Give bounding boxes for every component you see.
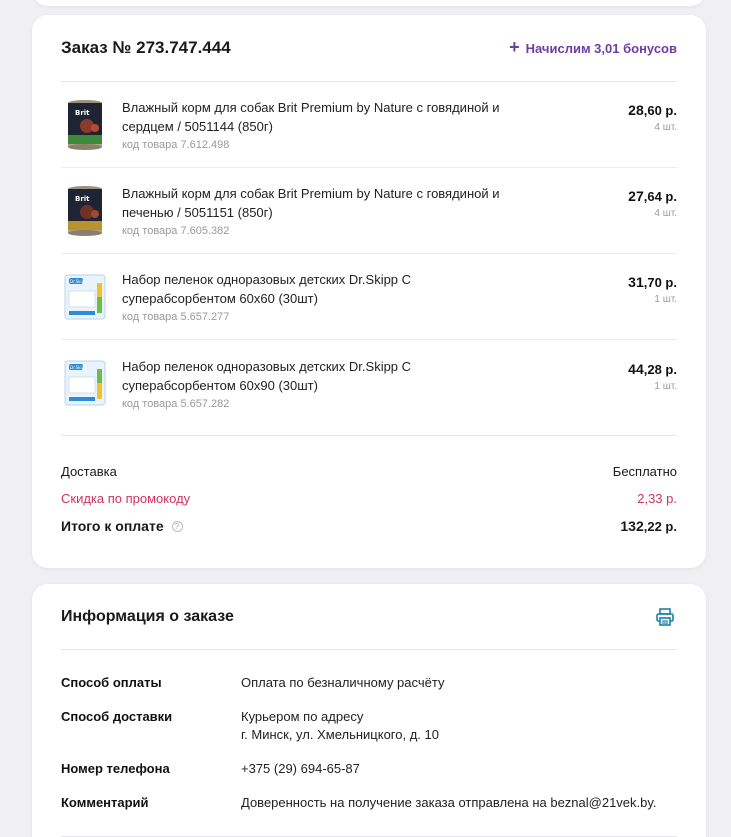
previous-card — [32, 0, 706, 6]
item-price-block: 44,28 р. 1 шт. — [567, 361, 677, 392]
order-info-card: Информация о заказе Способ оплаты Оплата… — [32, 584, 706, 837]
order-item[interactable]: Brit Влажный корм для собак Brit Premium… — [61, 82, 677, 168]
delivery-row: Доставка Бесплатно — [61, 458, 677, 485]
info-label: Комментарий — [61, 795, 149, 810]
svg-text:Brit: Brit — [75, 195, 90, 203]
item-code: код товара 5.657.282 — [122, 397, 230, 410]
item-code: код товара 7.612.498 — [122, 139, 230, 151]
item-name[interactable]: Набор пеленок одноразовых детских Dr.Ski… — [122, 270, 502, 308]
info-label: Способ оплаты — [61, 675, 162, 690]
item-price: 27,64 р. — [628, 188, 677, 204]
order-title: Заказ № 273.747.444 — [61, 38, 231, 57]
info-value: Оплата по безналичному расчёту — [241, 675, 445, 690]
delivery-label: Доставка — [61, 464, 117, 479]
item-price: 28,60 р. — [628, 102, 677, 118]
total-label: Итого к оплате — [61, 517, 164, 534]
info-value: Курьером по адресу — [241, 709, 364, 724]
promo-label: Скидка по промокоду — [61, 491, 191, 506]
info-label: Способ доставки — [61, 709, 173, 724]
item-name[interactable]: Влажный корм для собак Brit Premium by N… — [122, 184, 502, 222]
info-row-comment: Комментарий Доверенность на получение за… — [61, 794, 677, 812]
product-image-pack: Dr.Skipp — [64, 360, 106, 406]
total-row: Итого к оплате ? 132,22 р. — [61, 512, 677, 539]
plus-icon: + — [509, 37, 520, 57]
item-price: 31,70 р. — [628, 274, 677, 290]
item-name[interactable]: Влажный корм для собак Brit Premium by N… — [122, 98, 502, 136]
item-code: код товара 5.657.277 — [122, 311, 230, 323]
order-summary: Доставка Бесплатно Скидка по промокоду 2… — [61, 435, 677, 539]
item-qty: 4 шт. — [654, 122, 677, 133]
item-price-block: 31,70 р. 1 шт. — [567, 274, 677, 305]
order-item[interactable]: Brit Влажный корм для собак Brit Premium… — [61, 168, 677, 254]
order-header: Заказ № 273.747.444 + Начислим 3,01 бону… — [61, 15, 677, 82]
order-item[interactable]: Dr.Skipp Набор пеленок одноразовых детск… — [61, 254, 677, 340]
bonus-info: + Начислим 3,01 бонусов — [509, 37, 677, 57]
product-image-pack: Dr.Skipp — [64, 274, 106, 319]
info-row-phone: Номер телефона +375 (29) 694-65-87 — [61, 760, 677, 778]
promo-row: Скидка по промокоду 2,33 р. — [61, 485, 677, 512]
item-name[interactable]: Набор пеленок одноразовых детских Dr.Ski… — [122, 357, 502, 395]
info-value-address: г. Минск, ул. Хмельницкого, д. 10 — [241, 727, 439, 742]
info-label: Номер телефона — [61, 761, 170, 776]
svg-text:Dr.Skipp: Dr.Skipp — [70, 279, 87, 284]
svg-text:Brit: Brit — [75, 109, 90, 117]
item-price-block: 28,60 р. 4 шт. — [567, 102, 677, 133]
info-header: Информация о заказе — [61, 584, 677, 650]
product-image-can: Brit — [68, 99, 102, 150]
item-code: код товара 7.605.382 — [122, 225, 230, 237]
order-item[interactable]: Dr.Skipp Набор пеленок одноразовых детск… — [61, 340, 677, 426]
bonus-text: Начислим 3,01 бонусов — [525, 40, 677, 56]
order-card: Заказ № 273.747.444 + Начислим 3,01 бону… — [32, 15, 706, 568]
info-value: +375 (29) 694-65-87 — [241, 761, 360, 776]
promo-value: 2,33 р. — [637, 491, 677, 506]
product-image-can: Brit — [68, 185, 102, 236]
delivery-value: Бесплатно — [612, 464, 677, 479]
info-row-delivery: Способ доставки Курьером по адресу г. Ми… — [61, 708, 677, 744]
help-icon[interactable]: ? — [171, 521, 183, 533]
info-value: Доверенность на получение заказа отправл… — [241, 795, 657, 810]
printer-icon[interactable] — [655, 607, 675, 627]
svg-text:Dr.Skipp: Dr.Skipp — [70, 365, 87, 370]
item-qty: 1 шт. — [654, 380, 677, 392]
item-price: 44,28 р. — [628, 360, 677, 377]
item-qty: 1 шт. — [654, 294, 677, 305]
item-price-block: 27,64 р. 4 шт. — [567, 188, 677, 219]
total-value: 132,22 р. — [620, 517, 677, 534]
info-row-payment: Способ оплаты Оплата по безналичному рас… — [61, 674, 677, 692]
info-title: Информация о заказе — [61, 607, 234, 625]
item-qty: 4 шт. — [654, 208, 677, 219]
